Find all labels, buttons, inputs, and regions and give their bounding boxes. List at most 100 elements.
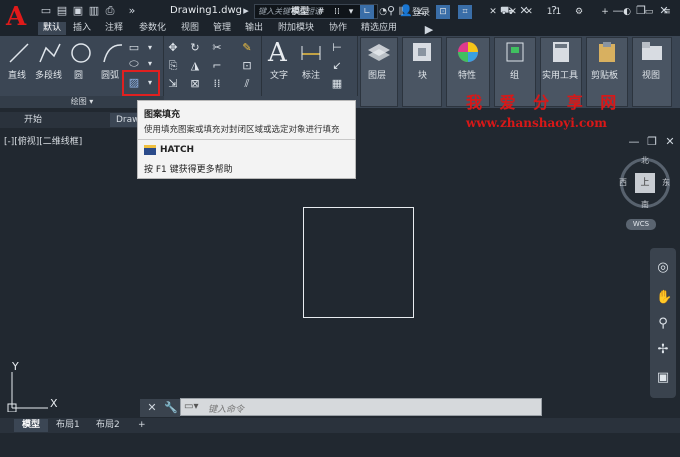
clean-screen-icon[interactable]: ▭ xyxy=(642,5,656,19)
ucs-y-label: Y xyxy=(12,360,19,373)
new-file-icon[interactable]: ▭ xyxy=(40,5,52,17)
clipboard-label: 剪贴板 xyxy=(591,71,619,81)
layout-tab-2[interactable]: 布局2 xyxy=(88,419,128,432)
drawn-rectangle[interactable] xyxy=(303,207,414,318)
annotation-scale-value[interactable]: 1:1 xyxy=(542,5,566,19)
tab-collaborate[interactable]: 协作 xyxy=(324,22,352,35)
grid-icon[interactable]: # xyxy=(314,5,328,19)
explode-icon[interactable]: ⊡ xyxy=(240,60,254,72)
isodraft-icon[interactable]: ⫼ xyxy=(394,5,408,19)
rectangle-icon[interactable]: ▭ xyxy=(128,42,140,54)
tab-featured-apps[interactable]: 精选应用 xyxy=(356,22,402,35)
stretch-icon[interactable]: ⇲ xyxy=(166,78,180,90)
viewcube-south[interactable]: 南 xyxy=(641,199,649,210)
linear-dim-icon[interactable]: ⊢ xyxy=(330,42,344,54)
orbit-icon[interactable]: ✢ xyxy=(656,343,670,356)
rotate-icon[interactable]: ↻ xyxy=(188,42,202,54)
table-icon[interactable]: ▦ xyxy=(330,78,344,90)
group-label: 组 xyxy=(510,71,520,81)
layout-tab-1[interactable]: 布局1 xyxy=(48,419,88,432)
annotation-scale-icon[interactable]: ✕ xyxy=(522,5,536,19)
tab-annotate[interactable]: 注释 xyxy=(100,22,128,35)
zoom-icon[interactable]: ⚲ xyxy=(656,317,670,330)
scale-icon[interactable]: ⊠ xyxy=(188,78,202,90)
viewcube-face[interactable]: 上 xyxy=(635,173,655,193)
layers-label: 图层 xyxy=(368,71,387,81)
customize-menu-icon[interactable]: ≡ xyxy=(660,5,674,19)
hatch-highlight-box xyxy=(122,70,160,96)
viewcube-east[interactable]: 东 xyxy=(662,177,670,188)
layout-tab-model[interactable]: 模型 xyxy=(14,419,49,432)
tab-addins[interactable]: 附加模块 xyxy=(273,22,319,35)
save-as-icon[interactable]: ▥ xyxy=(88,5,100,17)
model-space-button[interactable]: 模型 xyxy=(288,5,312,19)
ortho-icon[interactable]: ∟ xyxy=(360,5,374,19)
fillet-icon[interactable]: ⌐ xyxy=(210,60,224,72)
file-tab-start[interactable]: 开始 xyxy=(18,113,48,127)
tab-view[interactable]: 视图 xyxy=(176,22,204,35)
dimension-label[interactable]: 标注 xyxy=(302,68,320,81)
viewcube-west[interactable]: 西 xyxy=(619,177,627,188)
more-icon[interactable]: » xyxy=(126,5,138,17)
tab-default[interactable]: 默认 xyxy=(38,22,67,35)
add-layout-icon[interactable]: + xyxy=(130,419,154,432)
customize-wrench-icon[interactable]: 🔧 xyxy=(164,402,178,414)
save-icon[interactable]: ▣ xyxy=(72,5,84,17)
wcs-button[interactable]: WCS xyxy=(626,219,656,230)
object-snap-icon[interactable]: ⊡ xyxy=(436,5,450,19)
text-label[interactable]: 文字 xyxy=(270,68,288,81)
array-icon[interactable]: ⁞⁞ xyxy=(210,78,224,90)
command-input[interactable]: 键入命令 xyxy=(208,402,244,415)
chevron-down-icon[interactable]: ▾ xyxy=(145,58,155,70)
leader-icon[interactable]: ↙ xyxy=(330,60,344,72)
properties-label: 特性 xyxy=(458,71,477,81)
viewport-close-icon[interactable]: ✕ xyxy=(664,136,676,148)
object-snap-tracking-icon[interactable]: ∠ xyxy=(414,5,428,19)
steering-wheel-icon[interactable]: ◎ xyxy=(656,261,670,274)
plus-icon[interactable]: + xyxy=(598,5,612,19)
viewcube-north[interactable]: 北 xyxy=(641,155,649,166)
tab-parametric[interactable]: 参数化 xyxy=(134,22,171,35)
polar-icon[interactable]: ◔ xyxy=(376,5,390,19)
lineweight-icon[interactable]: ⌗ xyxy=(458,5,472,19)
ellipse-icon[interactable]: ⬭ xyxy=(128,58,140,70)
mirror-icon[interactable]: ◮ xyxy=(188,60,202,72)
move-icon[interactable]: ✥ xyxy=(166,42,180,54)
close-command-icon[interactable]: ✕ xyxy=(146,402,158,414)
workspace-gear-icon[interactable]: ⚙ xyxy=(572,5,586,19)
watermark-text: 我 爱 分 享 网 xyxy=(466,93,623,112)
erase-icon[interactable]: ✎ xyxy=(240,42,254,54)
arrow-right-icon[interactable]: ▸ xyxy=(240,5,252,17)
document-title: Drawing1.dwg xyxy=(170,5,242,16)
app-logo[interactable]: A xyxy=(0,0,34,36)
offset-icon[interactable]: ⫽ xyxy=(240,78,254,90)
print-icon[interactable]: ⎙ xyxy=(104,5,116,17)
circle-label[interactable]: 圆 xyxy=(74,68,83,81)
isolate-objects-icon[interactable]: ◐ xyxy=(620,5,634,19)
snap-icon[interactable]: ⁞⁞ xyxy=(330,5,344,19)
viewport-label[interactable]: [-][俯视][二维线框] xyxy=(4,134,82,147)
trim-icon[interactable]: ✂ xyxy=(210,42,224,54)
chevron-down-icon[interactable]: ▾ xyxy=(346,5,356,19)
status-bar xyxy=(0,433,680,457)
viewport-restore-icon[interactable]: ❐ xyxy=(646,136,658,148)
watermark-url: www.zhanshaoyi.com xyxy=(466,116,607,130)
tab-manage[interactable]: 管理 xyxy=(208,22,236,35)
layers-icon xyxy=(368,44,390,61)
copy-icon[interactable]: ⎘ xyxy=(166,60,180,72)
tab-output[interactable]: 输出 xyxy=(240,22,268,35)
chevron-down-icon[interactable]: ▾ xyxy=(145,42,155,54)
line-label[interactable]: 直线 xyxy=(8,68,26,81)
dimension-icon xyxy=(301,46,321,60)
tab-insert[interactable]: 插入 xyxy=(68,22,96,35)
open-folder-icon[interactable]: ▤ xyxy=(56,5,68,17)
annotation-visibility-icon[interactable]: ✕ xyxy=(506,5,520,19)
transparency-icon[interactable]: ✕ xyxy=(486,5,500,19)
showmotion-icon[interactable]: ▣ xyxy=(656,371,670,384)
command-prompt-icon[interactable]: ▭▾ xyxy=(184,401,200,413)
video-icon[interactable]: ▶ xyxy=(423,24,435,36)
arc-label[interactable]: 圆弧 xyxy=(101,68,119,81)
polyline-label[interactable]: 多段线 xyxy=(35,68,62,81)
pan-hand-icon[interactable]: ✋ xyxy=(656,291,672,304)
viewport-minimize-icon[interactable]: — xyxy=(628,136,640,148)
